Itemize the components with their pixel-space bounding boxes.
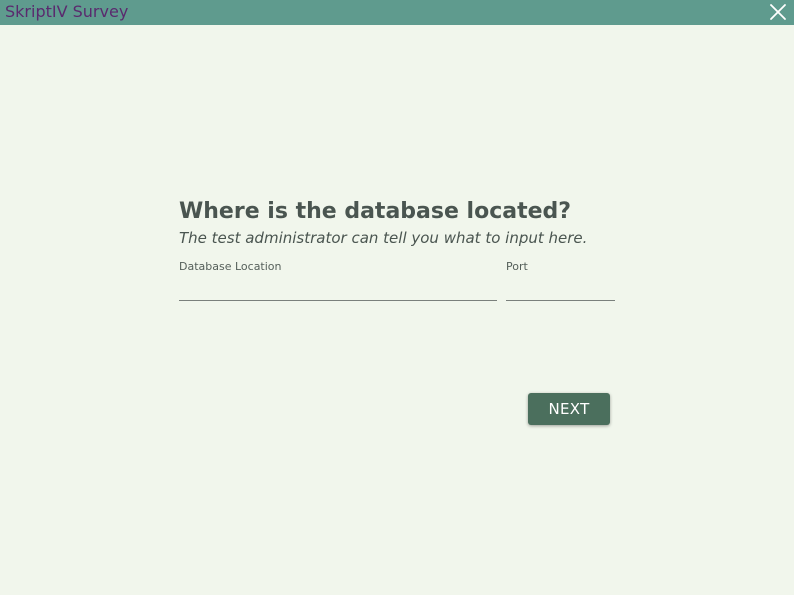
close-icon (770, 4, 786, 20)
next-button[interactable]: NEXT (528, 393, 610, 425)
close-button[interactable] (768, 2, 788, 22)
database-location-label: Database Location (179, 260, 282, 273)
port-input[interactable] (506, 278, 615, 301)
question-heading: Where is the database located? (179, 199, 572, 224)
database-location-input[interactable] (179, 278, 497, 301)
port-label: Port (506, 260, 528, 273)
title-bar: SkriptIV Survey (0, 0, 794, 25)
window-title: SkriptIV Survey (5, 2, 129, 21)
question-subheading: The test administrator can tell you what… (179, 229, 588, 247)
